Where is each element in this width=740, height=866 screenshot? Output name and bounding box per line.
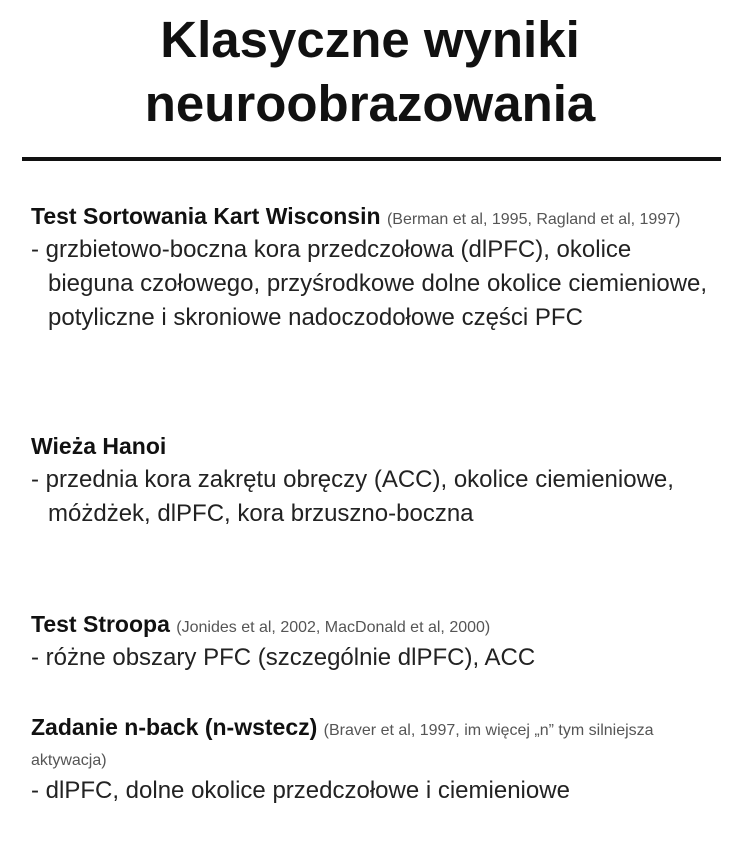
section-title: Wieża Hanoi	[31, 433, 167, 459]
section-heading: Wieża Hanoi	[31, 431, 721, 461]
section-findings: - różne obszary PFC (szczególnie dlPFC),…	[31, 644, 536, 671]
section-title: Test Sortowania Kart Wisconsin	[31, 203, 381, 229]
section-n-back-task: Zadanie n-back (n-wstecz) (Braver et al,…	[31, 712, 721, 808]
section-wisconsin-card-sorting: Test Sortowania Kart Wisconsin (Berman e…	[31, 201, 721, 335]
section-findings: - przednia kora zakrętu obręczy (ACC), o…	[31, 466, 674, 527]
section-findings: - dlPFC, dolne okolice przedczołowe i ci…	[31, 777, 570, 804]
section-heading: Test Stroopa (Jonides et al, 2002, MacDo…	[31, 609, 721, 639]
section-heading: Test Sortowania Kart Wisconsin (Berman e…	[31, 201, 721, 231]
title-divider	[22, 157, 721, 161]
title-line-2: neuroobrazowania	[144, 75, 596, 132]
section-heading: Zadanie n-back (n-wstecz) (Braver et al,…	[31, 712, 721, 772]
section-tower-of-hanoi: Wieża Hanoi - przednia kora zakrętu obrę…	[31, 431, 721, 531]
section-stroop-test: Test Stroopa (Jonides et al, 2002, MacDo…	[31, 609, 721, 675]
section-title: Zadanie n-back (n-wstecz)	[31, 714, 318, 740]
section-findings: - grzbietowo-boczna kora przedczołowa (d…	[31, 236, 708, 331]
section-citation: (Berman et al, 1995, Ragland et al, 1997…	[386, 211, 681, 228]
title-line-1: Klasyczne wyniki	[160, 11, 580, 68]
section-citation: (Jonides et al, 2002, MacDonald et al, 2…	[176, 619, 491, 636]
section-title: Test Stroopa	[31, 611, 170, 637]
page-title: Klasyczne wyniki neuroobrazowania	[0, 8, 740, 136]
slide: Klasyczne wyniki neuroobrazowania Test S…	[0, 0, 740, 866]
